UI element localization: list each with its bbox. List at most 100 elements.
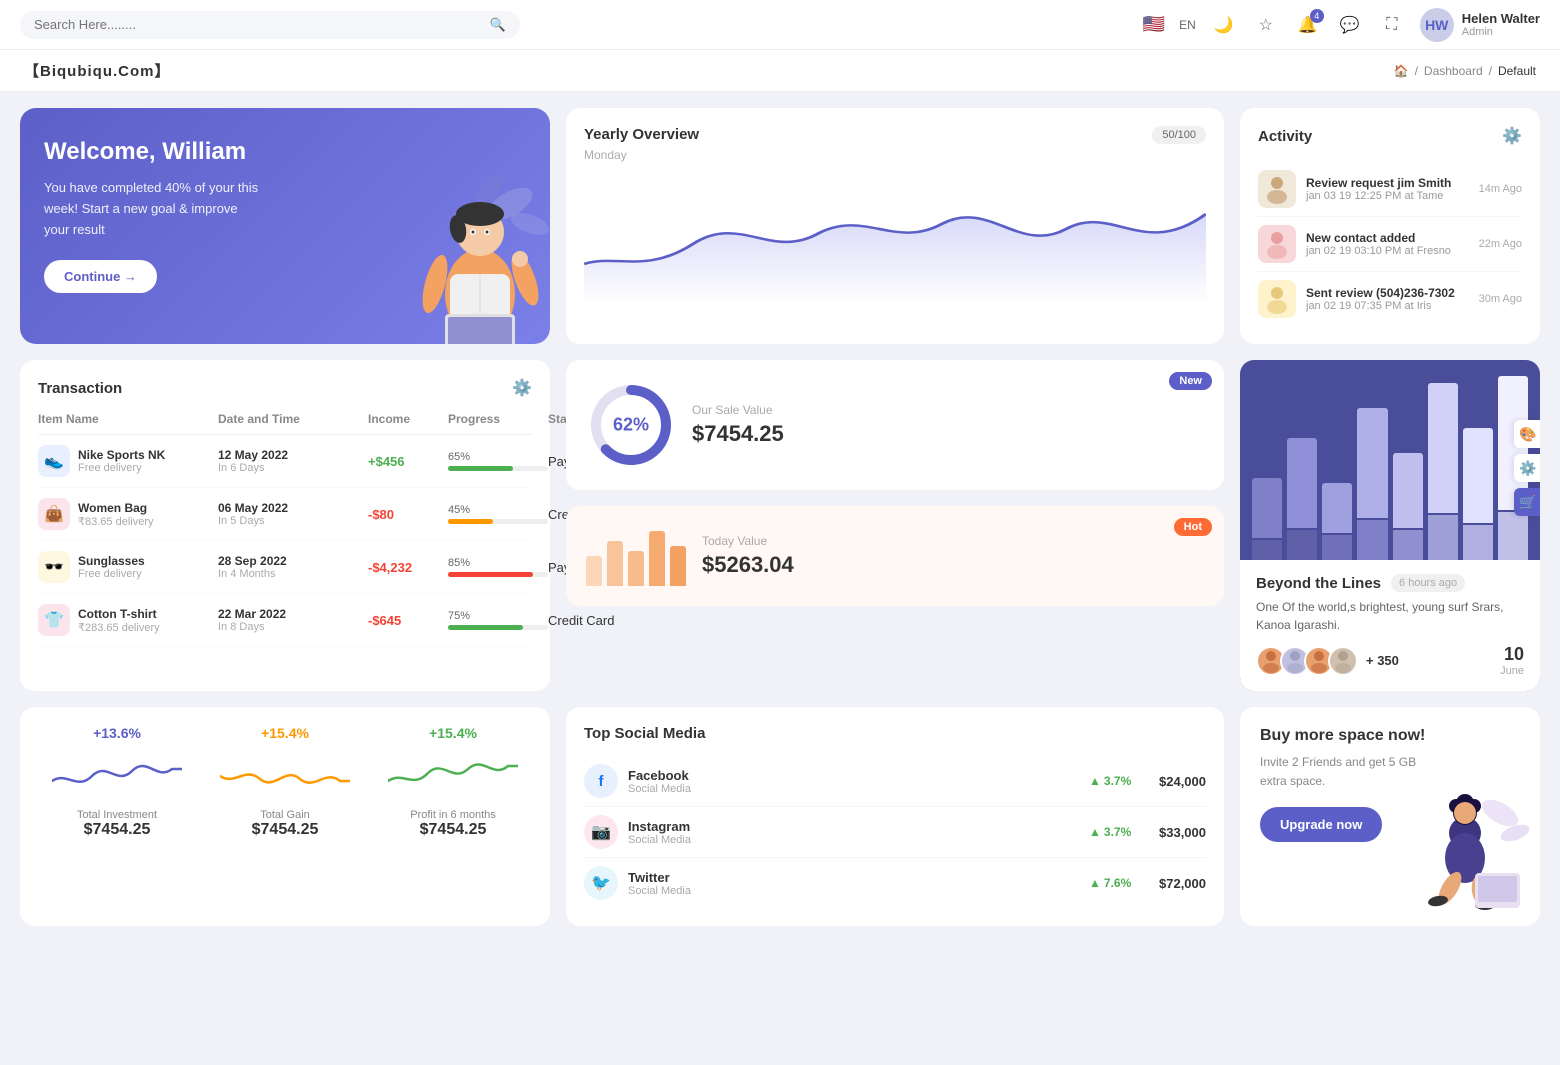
row3-icon: 🕶️ bbox=[38, 551, 70, 583]
transaction-card: Transaction ⚙️ Item Name Date and Time I… bbox=[20, 360, 550, 691]
mini-bar-chart bbox=[586, 526, 686, 586]
beyond-card: Beyond the Lines 6 hours ago One Of the … bbox=[1240, 360, 1540, 691]
activity-item-2: New contact added jan 02 19 03:10 PM at … bbox=[1258, 217, 1522, 272]
search-bar[interactable]: 🔍 bbox=[20, 11, 520, 39]
activity-sub-1: jan 03 19 12:25 PM at Tame bbox=[1306, 190, 1469, 202]
stat-1: +13.6% Total Investment $7454.25 bbox=[38, 725, 196, 839]
row1-pct: 65% bbox=[448, 451, 548, 463]
beyond-footer: + 350 10 June bbox=[1256, 644, 1524, 677]
cart-icon[interactable]: 🛒 bbox=[1514, 488, 1540, 516]
activity-settings-icon[interactable]: ⚙️ bbox=[1502, 126, 1522, 146]
activity-img-3 bbox=[1258, 280, 1296, 318]
search-input[interactable] bbox=[34, 17, 482, 32]
transaction-settings-icon[interactable]: ⚙️ bbox=[512, 378, 532, 398]
activity-time-2: 22m Ago bbox=[1479, 238, 1522, 250]
facebook-pct: ▲ 3.7% bbox=[1089, 774, 1149, 788]
social-row-facebook: f Facebook Social Media ▲ 3.7% $24,000 bbox=[584, 756, 1206, 807]
row3-bar bbox=[448, 572, 548, 577]
yearly-chart bbox=[584, 174, 1206, 304]
space-title: Buy more space now! bbox=[1260, 727, 1520, 745]
avatars-group: + 350 bbox=[1256, 646, 1399, 676]
breadcrumb: 🏠 / Dashboard / Default bbox=[1394, 64, 1536, 78]
stat2-pct: +15.4% bbox=[261, 725, 309, 741]
row1-name: Nike Sports NK bbox=[78, 448, 165, 462]
beyond-info: Beyond the Lines 6 hours ago One Of the … bbox=[1240, 560, 1540, 691]
row2-date: 06 May 2022 bbox=[218, 501, 368, 515]
theme-toggle[interactable]: 🌙 bbox=[1210, 11, 1238, 39]
beyond-time: 6 hours ago bbox=[1391, 574, 1465, 592]
buy-space-card: Buy more space now! Invite 2 Friends and… bbox=[1240, 707, 1540, 926]
breadcrumb-bar: 【Biqubiqu.Com】 🏠 / Dashboard / Default bbox=[0, 50, 1560, 92]
new-badge: New bbox=[1169, 372, 1212, 390]
yearly-badge: 50/100 bbox=[1152, 126, 1206, 144]
avatar4 bbox=[1328, 646, 1358, 676]
row4-pct: 75% bbox=[448, 610, 548, 622]
stat3-value: $7454.25 bbox=[420, 821, 487, 839]
facebook-amount: $24,000 bbox=[1159, 774, 1206, 789]
row1-date: 12 May 2022 bbox=[218, 448, 368, 462]
message-icon[interactable]: 💬 bbox=[1336, 11, 1364, 39]
social-title: Top Social Media bbox=[584, 725, 1206, 742]
notification-icon[interactable]: 🔔 4 bbox=[1294, 11, 1322, 39]
upgrade-button[interactable]: Upgrade now bbox=[1260, 807, 1382, 842]
row4-bar bbox=[448, 625, 548, 630]
activity-text-1: Review request jim Smith jan 03 19 12:25… bbox=[1306, 176, 1469, 202]
twitter-type: Social Media bbox=[628, 885, 1079, 897]
sale-value-amount: $7454.25 bbox=[692, 421, 784, 447]
activity-title-3: Sent review (504)236-7302 bbox=[1306, 286, 1469, 300]
welcome-card: Welcome, William You have completed 40% … bbox=[20, 108, 550, 344]
stats-card: +13.6% Total Investment $7454.25 +15.4% … bbox=[20, 707, 550, 926]
stat-2: +15.4% Total Gain $7454.25 bbox=[206, 725, 364, 839]
row2-sub: ₹83.65 delivery bbox=[78, 515, 154, 528]
home-icon[interactable]: 🏠 bbox=[1394, 64, 1409, 78]
stat1-pct: +13.6% bbox=[93, 725, 141, 741]
fullscreen-icon[interactable]: ⛶ bbox=[1378, 11, 1406, 39]
yearly-title: Yearly Overview bbox=[584, 126, 699, 143]
breadcrumb-sep2: / bbox=[1489, 64, 1492, 78]
row4-date: 22 Mar 2022 bbox=[218, 607, 368, 621]
activity-time-3: 30m Ago bbox=[1479, 293, 1522, 305]
activity-header: Activity ⚙️ bbox=[1258, 126, 1522, 146]
activity-title: Activity bbox=[1258, 128, 1312, 145]
transaction-title: Transaction bbox=[38, 380, 122, 397]
palette-icon[interactable]: 🎨 bbox=[1514, 420, 1540, 448]
activity-sub-3: jan 02 19 07:35 PM at Iris bbox=[1306, 300, 1469, 312]
event-month: June bbox=[1500, 665, 1524, 677]
activity-item-3: Sent review (504)236-7302 jan 02 19 07:3… bbox=[1258, 272, 1522, 326]
instagram-type: Social Media bbox=[628, 834, 1079, 846]
facebook-info: Facebook Social Media bbox=[628, 768, 1079, 795]
row2-pct: 45% bbox=[448, 504, 548, 516]
stat1-value: $7454.25 bbox=[84, 821, 151, 839]
row3-name: Sunglasses bbox=[78, 554, 145, 568]
col-income: Income bbox=[368, 412, 448, 426]
row1-icon: 👟 bbox=[38, 445, 70, 477]
sale-title: Our Sale Value bbox=[692, 403, 784, 417]
row2-income: -$80 bbox=[368, 507, 448, 522]
language-label[interactable]: EN bbox=[1179, 18, 1196, 32]
stats-grid: +13.6% Total Investment $7454.25 +15.4% … bbox=[38, 725, 532, 839]
breadcrumb-dashboard[interactable]: Dashboard bbox=[1424, 64, 1483, 78]
today-value-card: Hot Today Value $5263.04 bbox=[566, 506, 1224, 606]
row4-income: -$645 bbox=[368, 613, 448, 628]
stat2-wave bbox=[220, 751, 350, 801]
beyond-desc: One Of the world,s brightest, young surf… bbox=[1256, 598, 1524, 634]
user-info[interactable]: HW Helen Walter Admin bbox=[1420, 8, 1540, 42]
twitter-pct: ▲ 7.6% bbox=[1089, 876, 1149, 890]
today-title: Today Value bbox=[702, 534, 794, 548]
continue-button[interactable]: Continue → bbox=[44, 260, 157, 293]
instagram-info: Instagram Social Media bbox=[628, 819, 1079, 846]
activity-time-1: 14m Ago bbox=[1479, 183, 1522, 195]
settings-side-icon[interactable]: ⚙️ bbox=[1514, 454, 1540, 482]
yearly-header: Yearly Overview 50/100 bbox=[584, 126, 1206, 144]
sale-value-card: New 62% Our Sale Value $7454.25 bbox=[566, 360, 1224, 490]
main-row3: +13.6% Total Investment $7454.25 +15.4% … bbox=[0, 707, 1560, 942]
row3-date: 28 Sep 2022 bbox=[218, 554, 368, 568]
bookmark-icon[interactable]: ☆ bbox=[1252, 11, 1280, 39]
search-icon: 🔍 bbox=[490, 17, 506, 33]
activity-text-2: New contact added jan 02 19 03:10 PM at … bbox=[1306, 231, 1469, 257]
user-details: Helen Walter Admin bbox=[1462, 11, 1540, 38]
event-day: 10 bbox=[1500, 644, 1524, 665]
twitter-icon: 🐦 bbox=[584, 866, 618, 900]
donut-label: 62% bbox=[613, 415, 649, 436]
activity-title-1: Review request jim Smith bbox=[1306, 176, 1469, 190]
